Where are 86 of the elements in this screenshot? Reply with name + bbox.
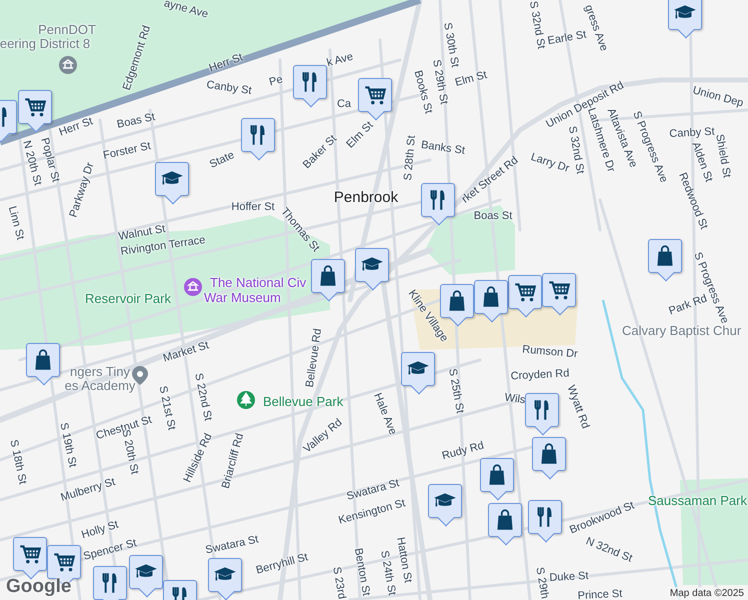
shopping-bag-marker-icon[interactable] — [532, 437, 566, 477]
graduation-cap-marker-icon[interactable] — [401, 352, 435, 392]
street-label: Banks St — [420, 138, 466, 158]
landmark-pin-icon[interactable] — [59, 56, 77, 74]
street-label: Ca — [336, 98, 352, 110]
street-label: Elm St — [344, 119, 376, 151]
street-label: Prince St — [577, 588, 623, 600]
street-label: S 23rd — [330, 566, 348, 600]
street-label: S 32nd St — [526, 0, 548, 50]
street-label: Wils — [504, 392, 526, 406]
museum-pin-icon[interactable] — [184, 278, 202, 296]
street-label: State — [208, 149, 236, 171]
street-label: Pe — [268, 73, 284, 89]
graduation-cap-marker-icon[interactable] — [668, 0, 702, 36]
graduation-cap-marker-icon[interactable] — [129, 555, 163, 595]
cart-marker-icon[interactable] — [358, 78, 392, 118]
street-label: Walnut St — [118, 222, 166, 243]
park-label: Saussaman Park — [648, 494, 747, 508]
street-label: Mulberry St — [59, 476, 117, 504]
street-label: k Ave — [326, 50, 354, 70]
street-label: Benton St — [352, 547, 372, 597]
street-label: Briarcliff Rd — [220, 432, 246, 490]
place-label: PennDOT — [38, 22, 96, 38]
street-label: Market St — [162, 339, 210, 365]
place-label: Calvary Baptist Chur — [622, 324, 742, 338]
fork-knife-marker-icon[interactable] — [293, 65, 327, 105]
cart-marker-icon[interactable] — [542, 273, 576, 313]
shopping-bag-marker-icon[interactable] — [26, 343, 60, 383]
fork-knife-marker-icon[interactable] — [528, 500, 562, 540]
street-label: Canby St — [206, 78, 252, 98]
cart-marker-icon[interactable] — [18, 90, 52, 130]
street-label: N 32nd St — [584, 535, 634, 565]
shopping-bag-marker-icon[interactable] — [488, 503, 522, 543]
street-label: Forster St — [102, 140, 152, 162]
shopping-bag-marker-icon[interactable] — [480, 458, 514, 498]
graduation-cap-marker-icon[interactable] — [355, 248, 389, 288]
street-label: S 29th — [533, 566, 551, 600]
museum-label: War Museum — [204, 291, 281, 306]
street-label: Alden St — [689, 140, 715, 184]
cart-marker-icon[interactable] — [13, 537, 47, 577]
shopping-bag-marker-icon[interactable] — [311, 259, 345, 299]
place-label: eering District 8 — [0, 36, 90, 52]
street-label: Canby St — [669, 126, 715, 140]
street-label: Union Dep — [691, 84, 745, 110]
tree-pin-icon[interactable] — [237, 391, 255, 409]
street-label: Wyatt Rd — [564, 384, 592, 430]
park-label: Reservoir Park — [85, 292, 171, 306]
place-label: ngers Tiny — [70, 364, 130, 380]
street-label: Bellevue Rd — [304, 328, 324, 388]
street-label: Croyden Rd — [510, 367, 570, 383]
graduation-cap-marker-icon[interactable] — [208, 558, 242, 598]
street-label: S 18th St — [7, 438, 29, 486]
street-label: Larry Dr — [529, 151, 571, 175]
street-label: Rudy Rd — [440, 440, 486, 462]
neighborhood-label: Penbrook — [334, 190, 398, 206]
park-label: Bellevue Park — [263, 395, 344, 410]
street-label: Herr St — [208, 51, 244, 75]
street-label: Duke St — [549, 570, 589, 584]
street-label: S 28th St — [402, 134, 418, 182]
street-label: S 21st St — [156, 384, 178, 432]
fork-knife-marker-icon[interactable] — [525, 393, 559, 433]
shopping-bag-marker-icon[interactable] — [474, 280, 508, 320]
cart-marker-icon[interactable] — [508, 275, 542, 315]
museum-label: The National Civ — [210, 276, 306, 290]
graduation-cap-marker-icon[interactable] — [428, 484, 462, 524]
street-label: Hale Ave — [371, 391, 399, 437]
graduation-cap-marker-icon[interactable] — [155, 162, 189, 202]
street-label: S 19th St — [57, 422, 79, 468]
shopping-bag-marker-icon[interactable] — [648, 239, 682, 279]
street-label: ayne Ave — [162, 0, 210, 21]
street-label: Boas St — [474, 210, 512, 222]
street-label: Rumson Dr — [522, 344, 578, 360]
place-label: es Academy — [64, 378, 136, 394]
fork-knife-marker-icon[interactable] — [241, 118, 275, 158]
street-label: Shield St — [713, 133, 733, 179]
street-label: Earle St — [546, 28, 588, 48]
street-label: Hoffer St — [231, 200, 275, 214]
street-label: Herr St — [58, 115, 94, 139]
map-logo: Google — [6, 576, 72, 598]
fork-knife-marker-icon[interactable] — [93, 566, 127, 600]
street-label: S 22nd St — [192, 372, 214, 422]
street-label: Boas St — [116, 111, 156, 131]
fork-knife-marker-icon[interactable] — [421, 183, 455, 223]
street-label: S 25th St — [446, 368, 466, 414]
street-label: Elm St — [454, 68, 488, 90]
street-label: Linn St — [6, 204, 26, 242]
